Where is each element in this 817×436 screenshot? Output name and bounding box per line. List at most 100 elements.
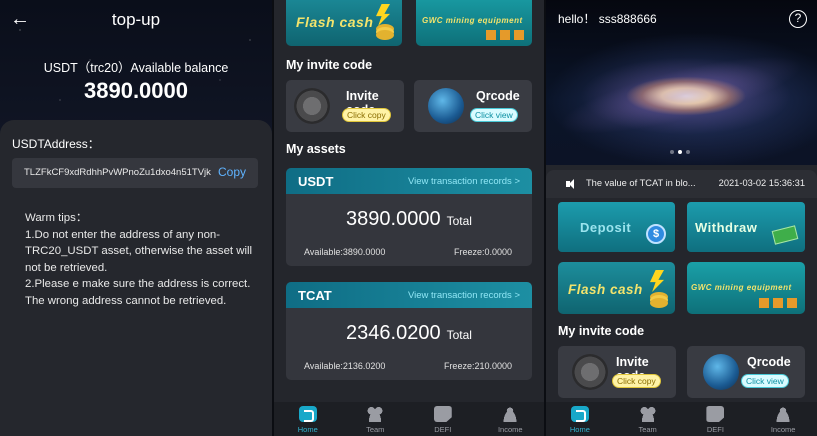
usdt-total-value: 3890.0000: [346, 208, 441, 230]
galaxy-banner-image: hello！ sss888666 ?: [546, 0, 817, 165]
home-icon: [570, 406, 589, 422]
tcat-asset-name: TCAT: [298, 288, 332, 303]
tip-1: 1.Do not enter the address of any non-TR…: [25, 228, 253, 274]
usdt-freeze: Freeze:0.0000: [453, 247, 512, 257]
nav-income-label: Income: [497, 425, 523, 434]
nav-team-label: Team: [638, 425, 657, 434]
nav-team[interactable]: Team: [614, 402, 682, 436]
carousel-dots[interactable]: [670, 150, 690, 154]
topup-screen: ← top-up USDT（trc20）Available balance 38…: [0, 0, 272, 436]
withdraw-label: Withdraw: [695, 220, 758, 235]
team-icon: [638, 406, 657, 422]
balance-value: 3890.0000: [84, 78, 188, 103]
usdt-total-label: Total: [446, 214, 472, 228]
coins-icon: [376, 30, 394, 40]
greeting: hello！ sss888666: [558, 12, 657, 26]
nav-home[interactable]: Home: [274, 402, 342, 436]
speaker-icon: [566, 179, 576, 189]
flash-cash-banner[interactable]: Flash cash: [286, 0, 402, 46]
coins-icon: [650, 298, 668, 308]
defi-icon: [706, 406, 725, 422]
page-title: top-up: [111, 10, 161, 29]
mining-cart-icon: [486, 30, 526, 40]
warm-tips: Warm tips： 1.Do not enter the address of…: [25, 210, 255, 309]
usdt-available: Available:3890.0000: [304, 247, 386, 257]
nav-defi[interactable]: DEFI: [682, 402, 750, 436]
qrcode-click-view-button-home[interactable]: Click view: [741, 374, 789, 388]
carousel-dot[interactable]: [686, 150, 690, 154]
notice-text: The value of TCAT in blo...: [586, 178, 696, 188]
invite-section-title-home: My invite code: [558, 324, 645, 338]
invite-click-copy-button[interactable]: Click copy: [342, 108, 391, 122]
globe-icon: [428, 88, 464, 124]
qrcode-card[interactable]: Qrcode Click view: [414, 80, 532, 132]
nav-team-label: Team: [366, 425, 385, 434]
carousel-dot[interactable]: [670, 150, 674, 154]
app-root: ← top-up USDT（trc20）Available balance 38…: [0, 0, 817, 436]
carousel-dot-active[interactable]: [678, 150, 682, 154]
gwc-mining-banner[interactable]: GWC mining equipment: [416, 0, 532, 46]
help-icon[interactable]: ?: [789, 10, 807, 28]
topup-header: ← top-up USDT（trc20）Available balance 38…: [0, 0, 272, 120]
flash-cash-label-home: Flash cash: [568, 282, 643, 297]
home-screen: hello！ sss888666 ? The value of TCAT in …: [546, 0, 817, 436]
nav-defi-label: DEFI: [706, 425, 724, 434]
tcat-transaction-link[interactable]: View transaction records >: [408, 290, 520, 301]
address-value: TLZFkCF9xdRdhhPvWPnoZu1dxo4n51TVjk: [24, 167, 211, 178]
copy-button[interactable]: Copy: [218, 165, 246, 179]
flash-cash-banner-home[interactable]: Flash cash: [558, 262, 675, 314]
nav-defi[interactable]: DEFI: [409, 402, 477, 436]
withdraw-button[interactable]: Withdraw: [687, 202, 805, 252]
assets-section-title: My assets: [286, 142, 346, 156]
nav-income[interactable]: Income: [477, 402, 545, 436]
usdt-asset-header: USDT View transaction records >: [286, 168, 532, 194]
nav-team[interactable]: Team: [342, 402, 410, 436]
seal-icon: [572, 354, 608, 390]
notice-bar[interactable]: The value of TCAT in blo... 2021-03-02 1…: [546, 170, 817, 198]
usdt-total: 3890.0000 Total: [286, 208, 532, 231]
invite-section-title: My invite code: [286, 58, 373, 72]
balance-label: USDT（trc20）Available balance: [43, 61, 229, 75]
invite-code-card-home[interactable]: Invite code Click copy: [558, 346, 676, 398]
address-card: USDTAddress： TLZFkCF9xdRdhhPvWPnoZu1dxo4…: [0, 120, 272, 436]
address-label: USDTAddress：: [12, 137, 100, 151]
deposit-label: Deposit: [580, 220, 632, 235]
tcat-total: 2346.0200 Total: [286, 322, 532, 345]
lightning-icon: [376, 4, 390, 26]
gwc-mining-banner-home[interactable]: GWC mining equipment: [687, 262, 805, 314]
bottom-nav-home: Home Team DEFI Income: [546, 402, 817, 436]
invite-click-copy-button-home[interactable]: Click copy: [612, 374, 661, 388]
invite-code-card[interactable]: Invite code Click copy: [286, 80, 404, 132]
qrcode-title-home: Qrcode: [747, 355, 791, 369]
tcat-asset-header: TCAT View transaction records >: [286, 282, 532, 308]
team-icon: [366, 406, 385, 422]
address-box: TLZFkCF9xdRdhhPvWPnoZu1dxo4n51TVjk Copy: [12, 158, 258, 188]
income-icon: [774, 406, 793, 422]
tcat-available: Available:2136.0200: [304, 361, 386, 371]
tcat-total-label: Total: [446, 328, 472, 342]
income-icon: [501, 406, 520, 422]
usdt-transaction-link[interactable]: View transaction records >: [408, 176, 520, 187]
cash-icon: [771, 225, 799, 245]
tcat-freeze: Freeze:210.0000: [443, 361, 512, 371]
seal-icon: [294, 88, 330, 124]
gwc-mining-label-home: GWC mining equipment: [691, 283, 792, 292]
assets-screen: Flash cash GWC mining equipment My invit…: [274, 0, 544, 436]
nav-home-label: Home: [297, 425, 318, 434]
tcat-asset-card: TCAT View transaction records > 2346.020…: [286, 282, 532, 380]
lightning-icon: [650, 270, 664, 292]
usdt-asset-card: USDT View transaction records > 3890.000…: [286, 168, 532, 266]
defi-icon: [433, 406, 452, 422]
qrcode-card-home[interactable]: Qrcode Click view: [687, 346, 805, 398]
notice-date: 2021-03-02 15:36:31: [718, 178, 805, 188]
deposit-button[interactable]: Deposit $: [558, 202, 675, 252]
bottom-nav: Home Team DEFI Income: [274, 402, 544, 436]
usdt-asset-name: USDT: [298, 174, 334, 189]
mining-cart-icon: [759, 298, 799, 308]
nav-income[interactable]: Income: [749, 402, 817, 436]
home-icon: [298, 406, 317, 422]
qrcode-click-view-button[interactable]: Click view: [470, 108, 518, 122]
nav-home[interactable]: Home: [546, 402, 614, 436]
tips-title: Warm tips：: [25, 212, 88, 224]
nav-defi-label: DEFI: [434, 425, 452, 434]
